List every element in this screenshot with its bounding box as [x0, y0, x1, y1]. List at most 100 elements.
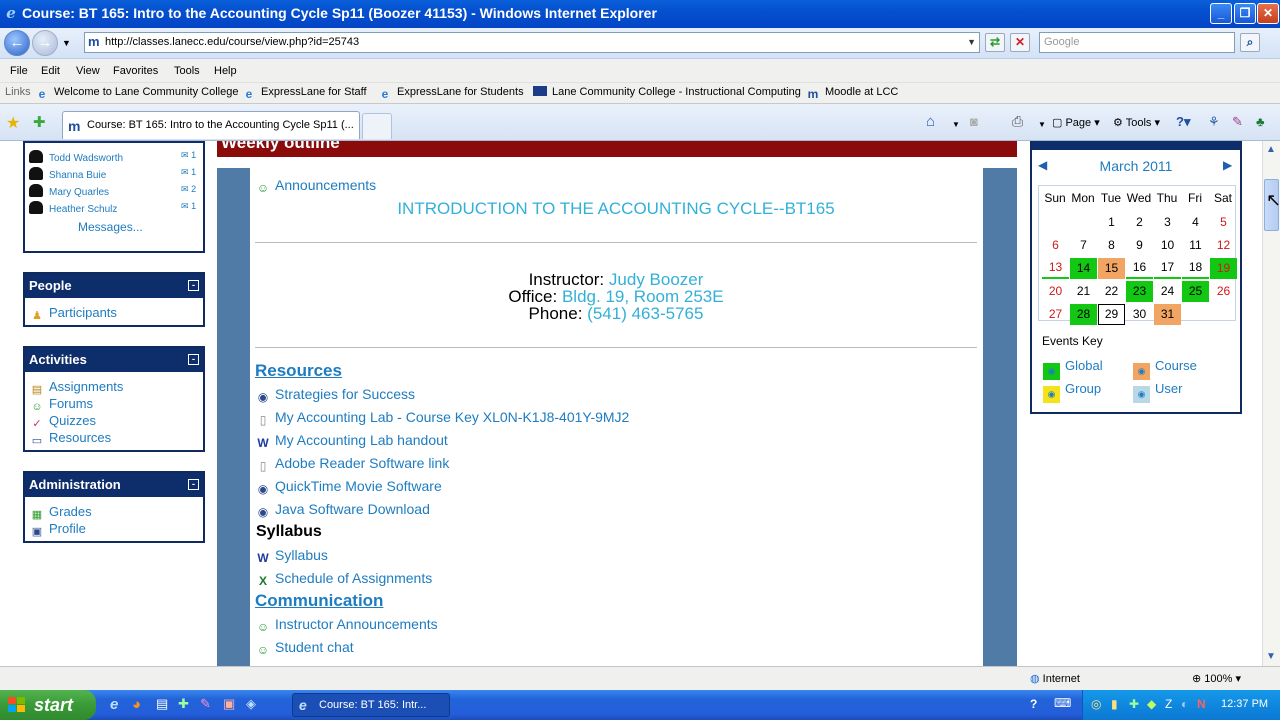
menu-edit[interactable]: Edit	[41, 65, 60, 77]
menu-help[interactable]: Help	[214, 65, 237, 77]
link-welcome-lcc[interactable]: e Welcome to Lane Community College	[35, 86, 239, 101]
communication-item[interactable]: ☺ Student chat	[255, 639, 354, 657]
announcements-link[interactable]: ☺ Announcements	[255, 177, 376, 195]
quizzes-link[interactable]: ✓ Quizzes	[29, 413, 96, 431]
message-user[interactable]: Todd Wadsworth	[29, 150, 123, 164]
taskbar-window-button[interactable]: e Course: BT 165: Intr...	[292, 693, 450, 717]
calendar-event-day[interactable]: 31	[1154, 304, 1181, 325]
communication-heading[interactable]: Communication	[255, 591, 383, 611]
link-moodle-lcc[interactable]: m Moodle at LCC	[806, 86, 899, 101]
tray-app-icon[interactable]: ✚	[1129, 697, 1139, 711]
favorites-star-icon[interactable]: ★	[6, 113, 20, 133]
tray-app-icon[interactable]: ▮	[1111, 697, 1118, 711]
new-tab-button[interactable]	[362, 113, 392, 139]
zoom-control[interactable]: ⊕ 100% ▾	[1192, 672, 1241, 685]
resources-heading[interactable]: Resources	[255, 361, 342, 381]
collapse-icon[interactable]: -	[188, 479, 199, 490]
close-button[interactable]: ✕	[1257, 3, 1279, 24]
help-tray-icon[interactable]: ?	[1030, 697, 1037, 711]
print-icon[interactable]: ⎙	[1012, 113, 1023, 130]
events-key-course[interactable]: ◉ Course	[1133, 358, 1197, 380]
tray-app-icon[interactable]: ◆	[1147, 697, 1156, 711]
resource-item[interactable]: ◉ QuickTime Movie Software	[255, 478, 442, 496]
message-count[interactable]: ✉ 1	[181, 167, 196, 178]
resource-item[interactable]: W My Accounting Lab handout	[255, 432, 447, 450]
resource-item[interactable]: ◉ Strategies for Success	[255, 386, 415, 404]
calendar-event-day[interactable]: 15	[1098, 258, 1125, 279]
phone-number[interactable]: (541) 463-5765	[587, 304, 703, 323]
link-expresslane-staff[interactable]: e ExpressLane for Staff	[242, 86, 367, 101]
message-user[interactable]: Shanna Buie	[29, 167, 106, 181]
tab-course[interactable]: m Course: BT 165: Intro to the Accountin…	[62, 111, 360, 139]
calendar-event-day[interactable]: 28	[1070, 304, 1097, 325]
stop-icon[interactable]: ✕	[1010, 33, 1030, 52]
app-quicklaunch-icon[interactable]: ◈	[246, 696, 256, 712]
menu-file[interactable]: File	[10, 65, 28, 77]
scroll-up-icon[interactable]: ▲	[1266, 144, 1276, 155]
search-icon[interactable]: ⌕	[1240, 33, 1260, 52]
zone-indicator[interactable]: ◍ Internet	[1030, 672, 1080, 685]
forward-button[interactable]: →	[32, 30, 58, 56]
feeds-icon[interactable]: ◙	[970, 114, 978, 129]
collapse-icon[interactable]: -	[188, 354, 199, 365]
minimize-button[interactable]: _	[1210, 3, 1232, 24]
help-icon[interactable]: ?▾	[1176, 114, 1190, 130]
app-quicklaunch-icon[interactable]: ✎	[200, 696, 211, 712]
message-count[interactable]: ✉ 1	[181, 150, 196, 161]
menu-view[interactable]: View	[76, 65, 100, 77]
onenote-icon[interactable]: ♣	[1256, 114, 1265, 129]
menu-tools[interactable]: Tools	[174, 65, 200, 77]
calendar-event-day[interactable]: 23	[1126, 281, 1153, 302]
calendar-month[interactable]: March 2011	[1032, 158, 1240, 174]
resource-item[interactable]: ▯ My Accounting Lab - Course Key XL0N-K1J…	[255, 409, 630, 427]
message-count[interactable]: ✉ 1	[181, 201, 196, 212]
clock[interactable]: 12:37 PM	[1221, 698, 1268, 710]
scroll-down-icon[interactable]: ▼	[1266, 651, 1276, 662]
link-instructional-computing[interactable]: Lane Community College - Instructional C…	[533, 86, 801, 98]
collapse-icon[interactable]: -	[188, 280, 199, 291]
vertical-scrollbar[interactable]: ▲ ▼	[1262, 141, 1280, 666]
profile-link[interactable]: ▣ Profile	[29, 521, 86, 539]
forums-link[interactable]: ☺ Forums	[29, 396, 93, 414]
address-input[interactable]: m http://classes.lanecc.edu/course/view.…	[84, 32, 980, 53]
link-expresslane-students[interactable]: e ExpressLane for Students	[378, 86, 524, 101]
blog-icon[interactable]: ✎	[1232, 114, 1243, 130]
resource-item[interactable]: ◉ Java Software Download	[255, 501, 430, 519]
assignments-link[interactable]: ▤ Assignments	[29, 379, 124, 397]
menu-favorites[interactable]: Favorites	[113, 65, 158, 77]
home-icon[interactable]: ⌂	[926, 113, 935, 130]
message-count[interactable]: ✉ 2	[181, 184, 196, 195]
print-dropdown-icon[interactable]: ▼	[1038, 120, 1046, 129]
tray-app-icon[interactable]: Z	[1165, 697, 1172, 711]
language-tray-icon[interactable]: ⌨	[1054, 696, 1071, 710]
back-button[interactable]: ←	[4, 30, 30, 56]
events-key-user[interactable]: ◉ User	[1133, 381, 1182, 403]
maximize-button[interactable]: ❐	[1234, 3, 1256, 24]
home-dropdown-icon[interactable]: ▼	[952, 120, 960, 129]
message-user[interactable]: Heather Schulz	[29, 201, 117, 215]
history-dropdown-icon[interactable]: ▼	[62, 38, 71, 48]
communication-item[interactable]: ☺ Instructor Announcements	[255, 616, 438, 634]
ie-quicklaunch-icon[interactable]: e	[110, 696, 118, 713]
start-button[interactable]: start	[0, 690, 96, 720]
add-favorite-icon[interactable]: ✚	[33, 113, 46, 131]
research-icon[interactable]: ⚘	[1208, 114, 1220, 130]
events-key-global[interactable]: ◉ Global	[1043, 358, 1103, 380]
grades-link[interactable]: ▦ Grades	[29, 504, 92, 522]
app-quicklaunch-icon[interactable]: ▣	[223, 696, 235, 712]
firefox-quicklaunch-icon[interactable]: ◕	[132, 696, 141, 713]
syllabus-item[interactable]: X Schedule of Assignments	[255, 570, 432, 588]
tray-app-icon[interactable]: ◐	[1181, 697, 1188, 711]
messages-link[interactable]: Messages...	[78, 220, 143, 234]
events-key-group[interactable]: ◉ Group	[1043, 381, 1101, 403]
desktop-quicklaunch-icon[interactable]: ▤	[156, 696, 168, 712]
search-input[interactable]: Google	[1039, 32, 1235, 53]
title-bar[interactable]: e Course: BT 165: Intro to the Accountin…	[0, 0, 1280, 28]
calendar-next-icon[interactable]: ▶	[1223, 158, 1232, 172]
syllabus-item[interactable]: W Syllabus	[255, 547, 328, 565]
calendar-event-day[interactable]: 19	[1210, 258, 1237, 279]
calendar-event-day[interactable]: 25	[1182, 281, 1209, 302]
app-quicklaunch-icon[interactable]: ✚	[178, 696, 189, 712]
page-menu[interactable]: ▢ Page ▾	[1052, 116, 1100, 129]
message-user[interactable]: Mary Quarles	[29, 184, 109, 198]
